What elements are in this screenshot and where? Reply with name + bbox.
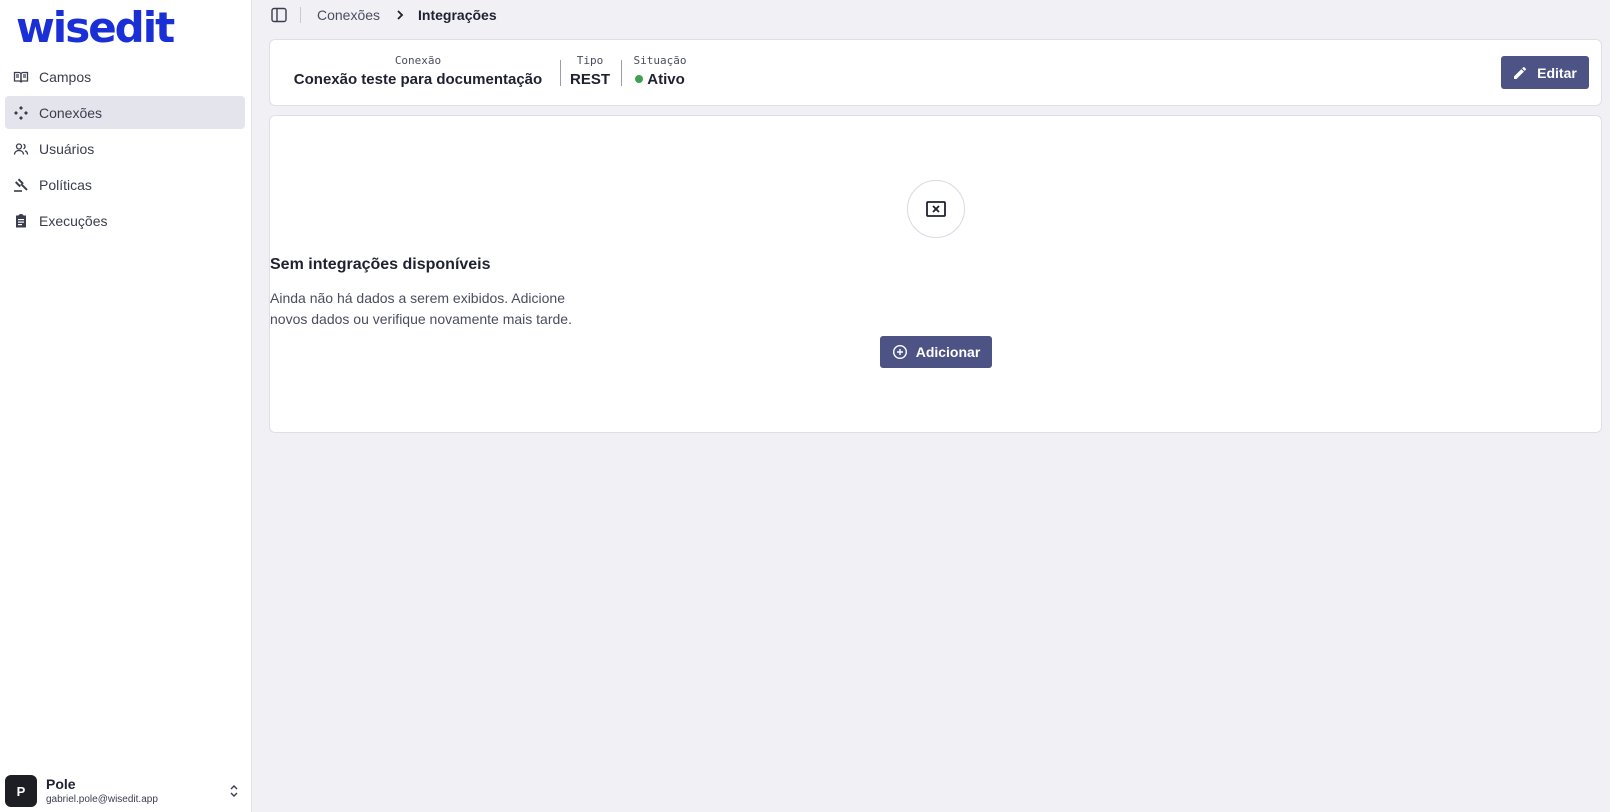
breadcrumb-conexoes-link[interactable]: Conexões [317, 7, 380, 23]
sidebar-item-label: Execuções [39, 212, 108, 229]
pencil-icon [1514, 66, 1527, 79]
gavel-icon [13, 177, 29, 193]
sidebar-nav: Campos Conexões Usuários Políticas Execu… [5, 60, 245, 240]
sidebar-item-campos[interactable]: Campos [5, 60, 245, 93]
tipo-label: Tipo [576, 54, 604, 67]
sidebar-item-label: Políticas [39, 176, 92, 193]
wisedit-logo[interactable]: wisedit [16, 3, 186, 52]
svg-text:wisedit: wisedit [16, 6, 175, 50]
sidebar-item-conexoes[interactable]: Conexões [5, 96, 245, 129]
clipboard-icon [13, 213, 29, 229]
sidebar-item-politicas[interactable]: Políticas [5, 168, 245, 201]
situacao-field: Situação Ativo [620, 40, 700, 88]
conexao-label: Conexão [394, 54, 442, 67]
user-email: gabriel.pole@wisedit.app [46, 794, 158, 806]
logo-mark: wisedit [16, 3, 177, 52]
topbar-divider [300, 7, 301, 23]
connection-header-card: Conexão Conexão teste para documentação … [269, 39, 1602, 106]
breadcrumb-current: Integrações [418, 7, 497, 23]
integrations-empty-card: Sem integrações disponíveis Ainda não há… [269, 115, 1602, 433]
empty-box-x-icon [926, 201, 946, 217]
sidebar-item-label: Usuários [39, 140, 95, 157]
top-bar: Conexões Integrações [252, 0, 1610, 30]
conexao-value: Conexão teste para documentação [293, 71, 543, 88]
empty-state-line-1: Ainda não há dados a serem exibidos. Adi… [270, 290, 565, 306]
status-badge: Ativo [620, 71, 700, 88]
sidebar-item-execucoes[interactable]: Execuções [5, 204, 245, 237]
add-button-label: Adicionar [915, 344, 981, 360]
sidebar-item-label: Campos [39, 68, 92, 85]
avatar: P [5, 775, 37, 807]
situacao-value: Ativo [647, 71, 685, 88]
connections-icon [13, 105, 29, 121]
chevrons-up-down-icon[interactable] [227, 783, 241, 799]
sidebar: wisedit Campos Conexões Usuários Polític… [0, 0, 252, 812]
user-name: Pole [46, 775, 76, 792]
edit-button[interactable]: Editar [1501, 56, 1589, 89]
status-dot-icon [635, 75, 644, 83]
user-info: Pole gabriel.pole@wisedit.app [46, 776, 158, 807]
user-menu[interactable]: P Pole gabriel.pole@wisedit.app [5, 774, 245, 808]
users-icon [13, 141, 29, 157]
situacao-label: Situação [633, 54, 687, 67]
chevron-right-icon [394, 8, 406, 22]
empty-state-line-2: novos dados ou verifique novamente mais … [270, 311, 572, 327]
sidebar-item-label: Conexões [39, 104, 103, 121]
conexao-field: Conexão Conexão teste para documentação [282, 40, 554, 88]
empty-state-title: Sem integrações disponíveis [270, 256, 491, 273]
empty-state-badge [907, 180, 965, 238]
tipo-value: REST [569, 71, 610, 88]
breadcrumb: Conexões Integrações [317, 7, 497, 23]
edit-button-label: Editar [1537, 64, 1577, 81]
sidebar-item-usuarios[interactable]: Usuários [5, 132, 245, 165]
empty-state-description: Ainda não há dados a serem exibidos. Adi… [270, 288, 1601, 330]
book-open-icon [13, 69, 29, 85]
plus-circle-icon [892, 344, 907, 360]
tipo-field: Tipo REST [561, 40, 619, 88]
add-button[interactable]: Adicionar [880, 336, 992, 368]
sidebar-toggle-icon[interactable] [270, 6, 288, 24]
